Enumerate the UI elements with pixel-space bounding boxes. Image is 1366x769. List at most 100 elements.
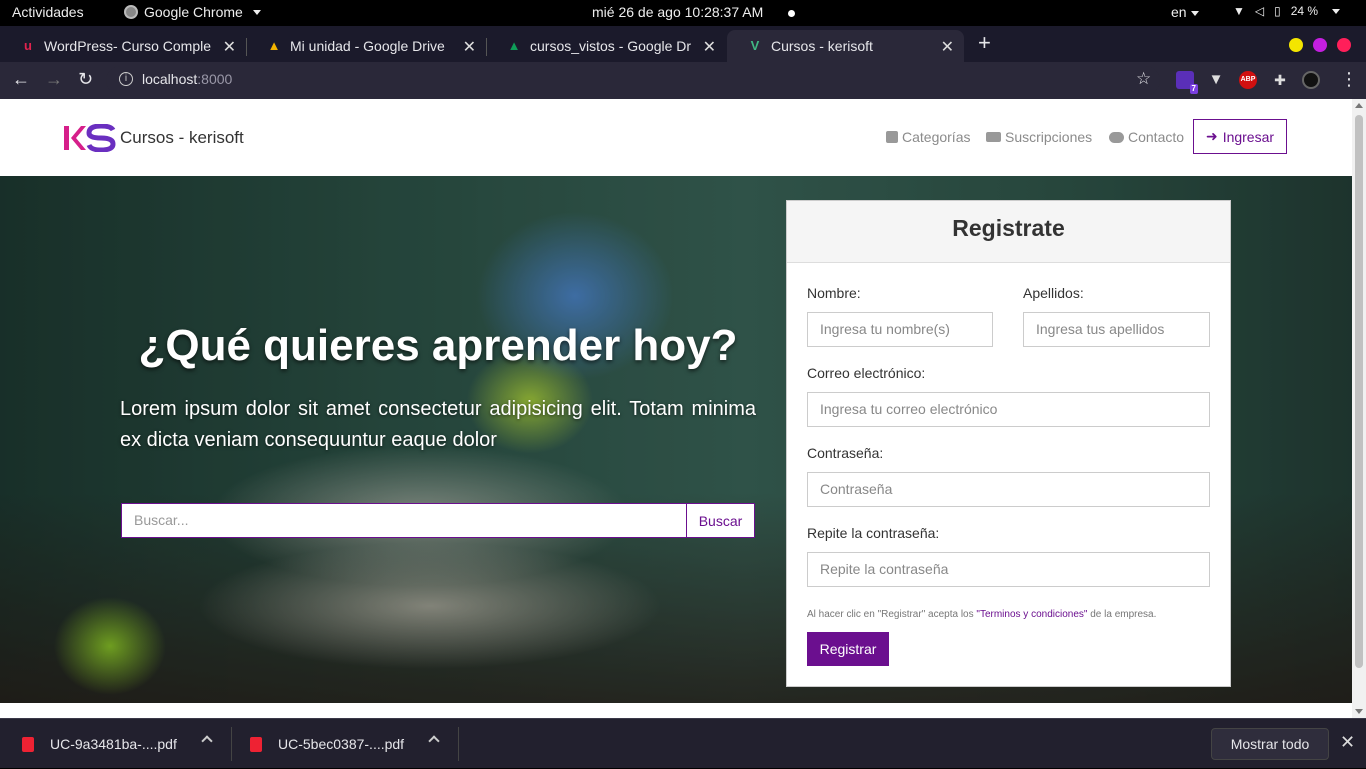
system-top-bar: Actividades Google Chrome mié 26 de ago … <box>0 0 1366 26</box>
show-all-button[interactable]: Mostrar todo <box>1211 728 1329 760</box>
nav-categories-label: Categorías <box>902 129 971 145</box>
register-title: Registrate <box>787 201 1230 263</box>
back-arrow-icon[interactable]: ← <box>12 69 30 90</box>
site-brand[interactable]: Cursos - kerisoft <box>120 128 244 148</box>
battery-level: 24 % <box>1290 4 1319 18</box>
battery-icon: ▯ <box>1274 4 1281 18</box>
vuejs-devtools-icon[interactable]: ▼ <box>1207 71 1225 89</box>
profile-purple-icon[interactable] <box>1313 38 1327 52</box>
chrome-icon <box>124 5 138 19</box>
volume-icon: ◁ <box>1254 4 1265 18</box>
pdf-icon <box>250 736 262 752</box>
login-label: Ingresar <box>1222 128 1275 145</box>
terms-text: Al hacer clic en "Registrar" acepta los … <box>807 609 1156 620</box>
tab-title: WordPress- Curso Comple <box>44 38 212 54</box>
tab-wordpress[interactable]: u WordPress- Curso Comple ✕ <box>0 30 247 62</box>
search-input[interactable]: Buscar... <box>121 503 687 538</box>
system-menu[interactable]: ▼ ◁ ▯ 24 % <box>1233 4 1341 18</box>
tab-title: Mi unidad - Google Drive <box>290 38 445 54</box>
search-button[interactable]: Buscar <box>686 503 755 538</box>
page-scrollbar[interactable] <box>1352 99 1366 718</box>
hero-section: ¿Qué quieres aprender hoy? Lorem ipsum d… <box>0 176 1352 703</box>
new-tab-button[interactable]: + <box>978 30 991 56</box>
url-port: :8000 <box>197 71 233 87</box>
register-button[interactable]: Registrar <box>807 632 889 666</box>
name-label: Nombre: <box>807 285 861 301</box>
close-icon[interactable]: ✕ <box>223 37 236 57</box>
download-filename: UC-5bec0387-....pdf <box>278 736 405 752</box>
scroll-down-arrow-icon[interactable] <box>1355 709 1363 714</box>
close-icon[interactable]: ✕ <box>1340 732 1355 753</box>
hero-headline: ¿Qué quieres aprender hoy? <box>138 321 738 370</box>
url-text[interactable]: localhost:8000 <box>142 71 232 87</box>
tab-drive[interactable]: ▲ Mi unidad - Google Drive ✕ <box>246 30 487 62</box>
omnibox[interactable] <box>106 66 1160 95</box>
sign-in-icon: ➜ <box>1205 128 1218 144</box>
lastname-label: Apellidos: <box>1023 285 1084 301</box>
nav-subscriptions[interactable]: Suscripciones <box>986 129 1092 145</box>
avatar[interactable] <box>1302 71 1320 89</box>
adblock-icon[interactable]: ABP <box>1239 71 1257 89</box>
divider <box>458 727 459 761</box>
credit-card-icon <box>986 132 1001 142</box>
puzzle-icon[interactable]: ✚ <box>1271 71 1289 89</box>
email-label: Correo electrónico: <box>807 365 926 381</box>
site-navbar: Cursos - kerisoft Categorías Suscripcion… <box>0 99 1352 176</box>
close-icon[interactable]: ✕ <box>941 37 954 57</box>
menu-kebab-icon[interactable]: ⋮ <box>1340 69 1358 90</box>
tab-cursos-vistos[interactable]: ▲ cursos_vistos - Google Dr ✕ <box>486 30 726 62</box>
tab-kerisoft[interactable]: V Cursos - kerisoft ✕ <box>727 30 964 62</box>
password-label: Contraseña: <box>807 445 884 461</box>
tab-title: Cursos - kerisoft <box>771 38 873 54</box>
extension-badge-icon[interactable]: 7 <box>1176 71 1198 94</box>
email-field[interactable]: Ingresa tu correo electrónico <box>807 392 1210 427</box>
downloads-bar: UC-9a3481ba-....pdf UC-5bec0387-....pdf … <box>0 718 1366 768</box>
app-menu[interactable]: Google Chrome <box>124 4 261 20</box>
close-icon[interactable]: ✕ <box>463 37 476 57</box>
notification-dot <box>788 10 795 17</box>
clock[interactable]: mié 26 de ago 10:28:37 AM <box>592 4 763 20</box>
language-selector[interactable]: en <box>1171 4 1199 20</box>
chevron-down-icon <box>1190 10 1199 16</box>
info-icon[interactable]: i <box>119 72 133 86</box>
reload-icon[interactable]: ↻ <box>78 69 93 90</box>
kerisoft-logo-icon[interactable] <box>63 124 117 152</box>
lastname-field[interactable]: Ingresa tus apellidos <box>1023 312 1210 347</box>
tab-strip: u WordPress- Curso Comple ✕ ▲ Mi unidad … <box>0 26 1366 62</box>
activities-button[interactable]: Actividades <box>12 4 84 20</box>
profile-yellow-icon[interactable] <box>1289 38 1303 52</box>
pdf-icon <box>22 736 34 752</box>
password-field[interactable]: Contraseña <box>807 472 1210 507</box>
terms-link[interactable]: "Terminos y condiciones" <box>976 609 1087 620</box>
language-label: en <box>1171 4 1187 20</box>
name-field[interactable]: Ingresa tu nombre(s) <box>807 312 993 347</box>
udemy-icon: u <box>24 38 32 53</box>
wifi-icon: ▼ <box>1233 4 1245 18</box>
close-icon[interactable]: ✕ <box>703 37 716 57</box>
drive-icon: ▲ <box>507 38 521 53</box>
nav-contact-label: Contacto <box>1128 129 1185 145</box>
download-item[interactable]: UC-5bec0387-....pdf <box>250 719 450 769</box>
scroll-up-arrow-icon[interactable] <box>1355 103 1363 108</box>
register-card: Registrate Nombre: Ingresa tu nombre(s) … <box>786 200 1231 687</box>
vue-icon: V <box>750 38 760 53</box>
chevron-down-icon <box>1332 8 1341 14</box>
scrollbar-thumb[interactable] <box>1355 115 1363 668</box>
page-viewport: Cursos - kerisoft Categorías Suscripcion… <box>0 99 1352 718</box>
download-item[interactable]: UC-9a3481ba-....pdf <box>22 719 230 769</box>
nav-categories[interactable]: Categorías <box>886 129 970 145</box>
nav-subscriptions-label: Suscripciones <box>1005 129 1093 145</box>
nav-contact[interactable]: Contacto <box>1109 129 1184 145</box>
repeat-password-field[interactable]: Repite la contraseña <box>807 552 1210 587</box>
bookmark-star-icon[interactable]: ☆ <box>1136 69 1151 89</box>
hero-lead: Lorem ipsum dolor sit amet consectetur a… <box>120 398 756 451</box>
drive-icon: ▲ <box>267 38 281 53</box>
terms-prefix: Al hacer clic en "Registrar" acepta los <box>807 609 977 620</box>
chevron-down-icon <box>252 9 261 15</box>
app-name: Google Chrome <box>144 4 243 20</box>
book-icon <box>886 131 898 143</box>
url-host: localhost <box>142 71 198 87</box>
forward-arrow-icon[interactable]: → <box>45 69 63 90</box>
login-button[interactable]: ➜ Ingresar <box>1193 119 1287 154</box>
profile-red-icon[interactable] <box>1337 38 1351 52</box>
